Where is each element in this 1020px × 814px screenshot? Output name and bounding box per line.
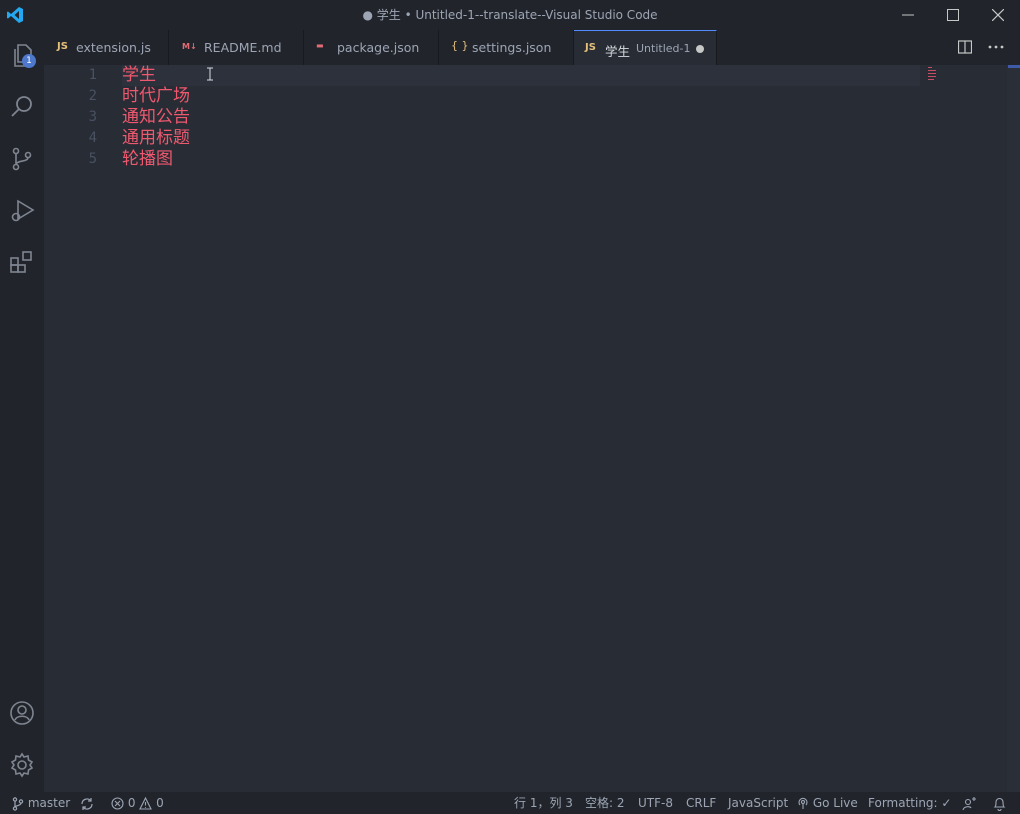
tab-package-json[interactable]: ▬ package.json: [304, 30, 439, 65]
window-title: ● 学生 • Untitled-1--translate--Visual Stu…: [362, 8, 658, 22]
explorer-badge: 1: [22, 54, 36, 68]
activity-bar: 1: [0, 30, 44, 792]
tab-label: 学生: [605, 44, 631, 59]
code-line[interactable]: 通用标题: [122, 128, 190, 149]
go-live-label: Go Live: [812, 796, 858, 810]
minimap[interactable]: [928, 67, 936, 80]
line-number: 1: [88, 67, 97, 83]
minimize-button[interactable]: [885, 0, 931, 30]
settings-gear-icon: [10, 752, 34, 778]
search-button[interactable]: [0, 82, 44, 130]
code-line[interactable]: 时代广场: [122, 86, 190, 107]
title-bar: ● 学生 • Untitled-1--translate--Visual Stu…: [0, 0, 1020, 30]
close-button[interactable]: [975, 0, 1020, 30]
close-icon: [992, 9, 1004, 21]
encoding[interactable]: UTF-8: [638, 792, 673, 814]
notifications-button[interactable]: [993, 792, 1006, 814]
code-line[interactable]: 轮播图: [122, 149, 173, 170]
maximize-icon: [947, 9, 959, 21]
branch-name: master: [27, 796, 71, 810]
run-debug-icon: [11, 199, 35, 222]
editor-area[interactable]: 1 2 3 4 5 学生 时代广场 通知公告 通用标题 轮播图: [44, 65, 1020, 792]
javascript-file-icon: JS: [585, 42, 596, 53]
bell-icon: [993, 797, 1006, 811]
source-control-button[interactable]: [0, 134, 44, 182]
cursor-position[interactable]: 行 1，列 3: [514, 792, 573, 814]
indentation[interactable]: 空格: 2: [585, 792, 625, 814]
extensions-button[interactable]: [0, 238, 44, 286]
sync-button[interactable]: [80, 792, 94, 814]
extensions-icon: [10, 251, 32, 273]
line-number: 2: [88, 88, 97, 104]
tab-description: Untitled-1: [636, 42, 691, 55]
feedback-icon: [962, 796, 976, 810]
line-number: 3: [88, 109, 97, 125]
more-icon: [988, 45, 1004, 49]
overview-ruler-cursor: [1008, 65, 1020, 68]
warning-icon: [139, 796, 153, 810]
account-icon: [10, 701, 34, 725]
code-line[interactable]: 学生: [122, 65, 156, 86]
end-of-line[interactable]: CRLF: [686, 792, 716, 814]
language-mode[interactable]: JavaScript: [728, 792, 788, 814]
run-debug-button[interactable]: [0, 186, 44, 234]
split-editor-button[interactable]: [956, 30, 978, 65]
sync-icon: [81, 797, 93, 810]
javascript-file-icon: JS: [57, 41, 68, 52]
tab-bar: JS extension.js M↓ README.md ▬ package.j…: [44, 30, 1020, 65]
error-count: 0: [127, 796, 136, 810]
line-number: 4: [88, 130, 97, 146]
git-branch-icon: [12, 796, 24, 811]
source-control-icon: [12, 147, 32, 171]
tab-label: settings.json: [472, 40, 552, 55]
tab-label: extension.js: [76, 40, 151, 55]
line-number: 5: [88, 151, 97, 167]
markdown-file-icon: M↓: [182, 42, 197, 51]
formatting-status[interactable]: Formatting: ✓: [868, 792, 951, 814]
problems-item[interactable]: 0 0: [111, 792, 164, 814]
feedback-button[interactable]: [962, 792, 977, 814]
status-bar: master 0 0 行 1，列 3 空格: 2 UTF-8 CRLF Java…: [0, 792, 1020, 814]
manage-button[interactable]: [0, 740, 44, 788]
error-icon: [111, 797, 124, 810]
broadcast-icon: [798, 797, 808, 809]
unsaved-dot-icon[interactable]: [696, 45, 704, 53]
branch-item[interactable]: master: [12, 792, 70, 814]
json-file-icon: { }: [451, 39, 469, 52]
split-editor-icon: [958, 40, 972, 54]
minimize-icon: [902, 14, 914, 16]
vertical-scrollbar[interactable]: [1007, 65, 1020, 792]
code-line[interactable]: 通知公告: [122, 107, 190, 128]
npm-file-icon: ▬: [316, 41, 324, 50]
tab-untitled-1[interactable]: JS 学生 Untitled-1: [574, 30, 717, 65]
tab-label: package.json: [337, 40, 420, 55]
warning-count: 0: [156, 796, 164, 810]
explorer-button[interactable]: 1: [0, 30, 44, 78]
tab-settings-json[interactable]: { } settings.json: [439, 30, 574, 65]
tab-readme-md[interactable]: M↓ README.md: [169, 30, 304, 65]
accounts-button[interactable]: [0, 688, 44, 736]
tab-label: README.md: [204, 40, 282, 55]
more-actions-button[interactable]: [984, 30, 1008, 65]
maximize-button[interactable]: [930, 0, 976, 30]
tab-extension-js[interactable]: JS extension.js: [44, 30, 169, 65]
current-line-highlight: [122, 65, 920, 86]
search-icon: [11, 96, 32, 117]
go-live-button[interactable]: Go Live: [797, 792, 858, 814]
